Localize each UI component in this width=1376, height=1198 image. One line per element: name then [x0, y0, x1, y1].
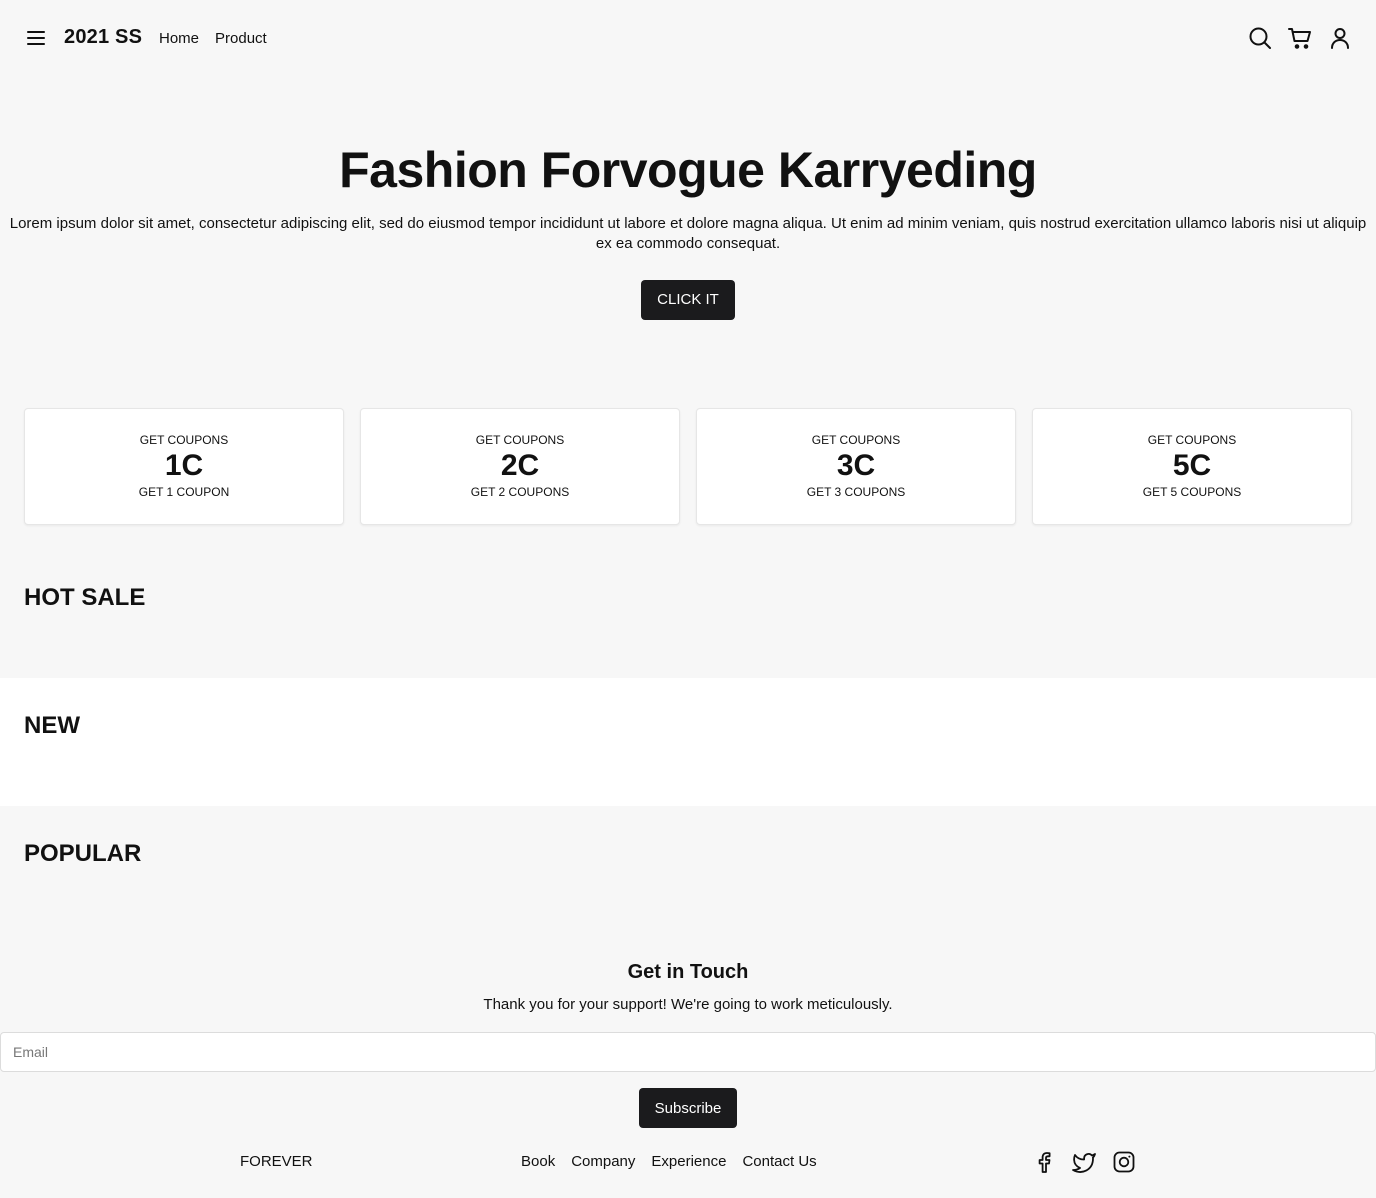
- brand-logo[interactable]: 2021 SS: [64, 26, 142, 49]
- hot-sale-section: HOT SALE: [0, 550, 1376, 678]
- footer-brand: FOREVER: [240, 1153, 313, 1170]
- cart-icon[interactable]: [1288, 25, 1312, 51]
- popular-section: POPULAR: [0, 806, 1376, 934]
- social-links: [1032, 1150, 1136, 1174]
- main-nav: Home Product: [159, 30, 267, 47]
- menu-icon[interactable]: [26, 28, 46, 48]
- search-icon[interactable]: [1248, 25, 1272, 51]
- coupon-label: GET COUPONS: [811, 433, 901, 447]
- coupon-card[interactable]: GET COUPONS 2C GET 2 COUPONS: [360, 408, 680, 525]
- hot-sale-heading: HOT SALE: [24, 584, 146, 611]
- email-input[interactable]: [0, 1032, 1376, 1072]
- coupon-card[interactable]: GET COUPONS 5C GET 5 COUPONS: [1032, 408, 1352, 525]
- subscribe-button[interactable]: Subscribe: [638, 1088, 738, 1128]
- coupon-list: GET COUPONS 1C GET 1 COUPON GET COUPONS …: [24, 408, 1352, 525]
- instagram-icon[interactable]: [1112, 1150, 1136, 1174]
- coupon-card[interactable]: GET COUPONS 3C GET 3 COUPONS: [696, 408, 1016, 525]
- site-footer: FOREVER Book Company Experience Contact …: [0, 1146, 1376, 1178]
- coupon-value: 2C: [500, 449, 540, 482]
- nav-home-link[interactable]: Home: [159, 30, 199, 47]
- coupon-value: 3C: [836, 449, 876, 482]
- coupon-card[interactable]: GET COUPONS 1C GET 1 COUPON: [24, 408, 344, 525]
- footer-link-experience[interactable]: Experience: [651, 1153, 726, 1170]
- new-section: NEW: [0, 678, 1376, 806]
- user-icon[interactable]: [1328, 25, 1352, 51]
- twitter-icon[interactable]: [1072, 1150, 1096, 1174]
- footer-links: Book Company Experience Contact Us: [521, 1153, 817, 1170]
- coupon-label: GET COUPONS: [1147, 433, 1237, 447]
- hero-title: Fashion Forvogue Karryeding: [339, 142, 1037, 198]
- footer-link-contact-us[interactable]: Contact Us: [742, 1153, 816, 1170]
- footer-link-company[interactable]: Company: [571, 1153, 635, 1170]
- new-heading: NEW: [24, 712, 80, 739]
- contact-description: Thank you for your support! We're going …: [483, 996, 893, 1013]
- coupon-caption: GET 3 COUPONS: [806, 485, 906, 499]
- facebook-icon[interactable]: [1032, 1150, 1056, 1174]
- hero-section: Fashion Forvogue Karryeding Lorem ipsum …: [0, 140, 1376, 320]
- hero-description: Lorem ipsum dolor sit amet, consectetur …: [9, 215, 1367, 252]
- coupon-label: GET COUPONS: [475, 433, 565, 447]
- site-header: 2021 SS Home Product: [0, 0, 1376, 76]
- coupon-caption: GET 1 COUPON: [138, 485, 230, 499]
- coupon-caption: GET 5 COUPONS: [1142, 485, 1242, 499]
- contact-section: Get in Touch Thank you for your support!…: [0, 958, 1376, 1128]
- header-actions: [1248, 25, 1352, 51]
- coupon-label: GET COUPONS: [139, 433, 229, 447]
- hero-cta-button[interactable]: CLICK IT: [641, 280, 735, 320]
- nav-product-link[interactable]: Product: [215, 30, 267, 47]
- contact-title: Get in Touch: [627, 961, 749, 983]
- coupon-value: 1C: [164, 449, 204, 482]
- footer-link-book[interactable]: Book: [521, 1153, 555, 1170]
- coupon-value: 5C: [1172, 449, 1212, 482]
- popular-heading: POPULAR: [24, 840, 142, 867]
- coupon-caption: GET 2 COUPONS: [470, 485, 570, 499]
